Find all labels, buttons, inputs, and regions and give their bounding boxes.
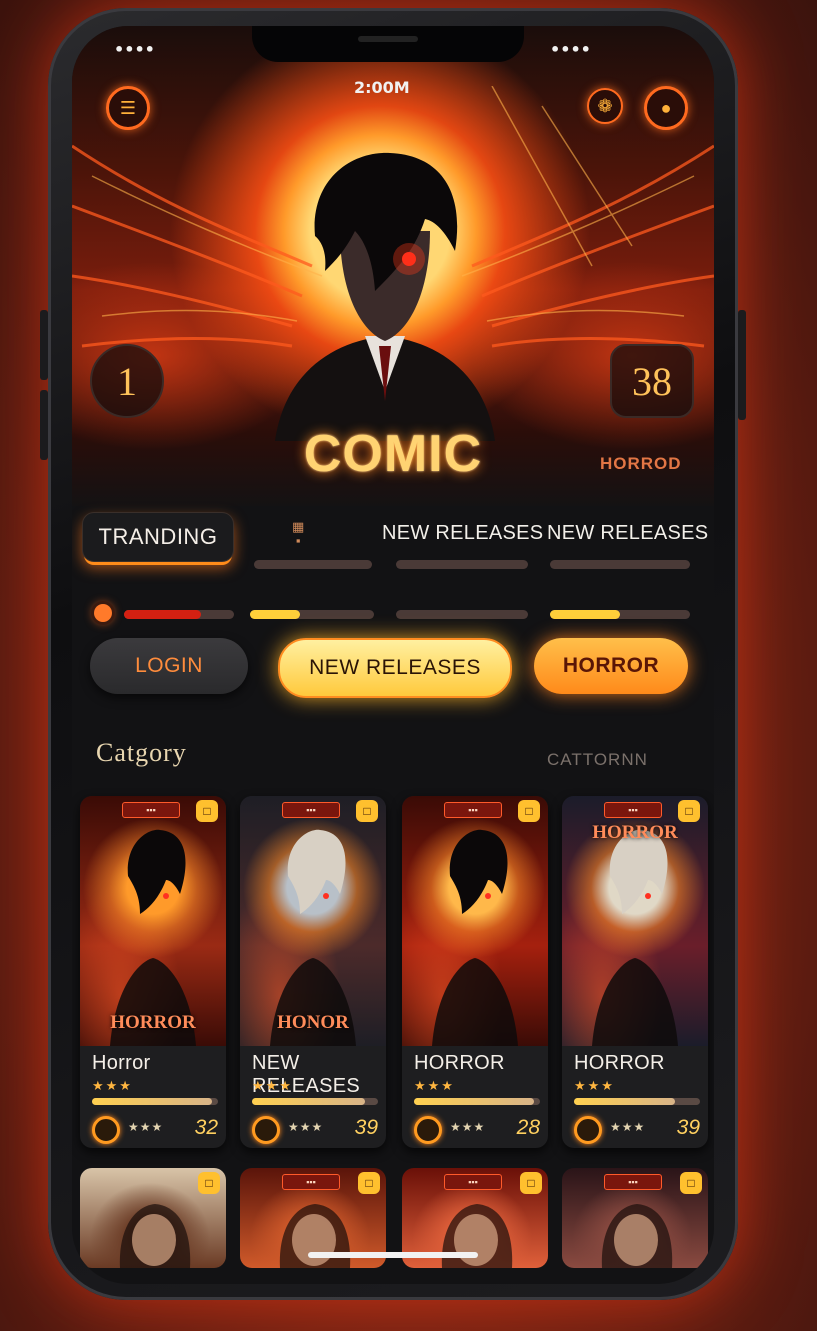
card-title: HORROR	[574, 1052, 665, 1074]
menu-icon[interactable]: ☰	[106, 86, 150, 130]
cover-character	[270, 829, 356, 1046]
bookmark-icon[interactable]: □	[356, 800, 378, 822]
card-title: HORROR	[414, 1052, 505, 1074]
card-count: 39	[354, 1116, 378, 1139]
card-rating: ★★★	[92, 1078, 133, 1093]
progress-bar-2	[250, 610, 374, 619]
volume-down-button	[40, 390, 48, 460]
swirl-icon[interactable]: ❁	[587, 88, 623, 124]
notch	[252, 26, 524, 62]
coin-icon	[92, 1116, 120, 1144]
horror-button[interactable]: HORROR	[534, 638, 688, 694]
comic-card[interactable]: ▪▪▪ □ HORROR Horror ★★★ ★★★ 32	[80, 796, 226, 1148]
progress-fill-4	[550, 610, 620, 619]
section-see-all[interactable]: CATTORNN	[547, 750, 648, 770]
status-signal: ••••	[114, 40, 155, 59]
card-progress-fill	[92, 1098, 212, 1105]
tab-new-releases[interactable]: NEW RELEASES	[382, 522, 543, 545]
card-progress	[92, 1098, 218, 1105]
coin-icon	[574, 1116, 602, 1144]
cover-character	[601, 1204, 673, 1268]
coin-icon	[414, 1116, 442, 1144]
power-button	[738, 310, 746, 420]
card-progress-fill	[252, 1098, 366, 1105]
progress-bar-1	[124, 610, 234, 619]
card-footer: ★★★ 28	[414, 1116, 542, 1144]
new-releases-button[interactable]: NEW RELEASES	[278, 638, 512, 698]
comic-cover[interactable]: ▪▪▪ □ HORROR	[80, 796, 226, 1046]
comic-card[interactable]: ▪▪▪ □ HORROR HORROR ★★★ ★★★ 39	[562, 796, 708, 1148]
login-button[interactable]: LOGIN	[90, 638, 248, 694]
card-count: 28	[516, 1116, 540, 1139]
card-progress	[252, 1098, 378, 1105]
card-foot-stars: ★★★	[288, 1120, 324, 1134]
tab-underline-1	[254, 560, 372, 569]
cover-character	[119, 1204, 191, 1268]
bookmark-icon[interactable]: □	[678, 800, 700, 822]
card-progress	[574, 1098, 700, 1105]
card-rating: ★★★	[252, 1078, 293, 1093]
bookmark-icon[interactable]: □	[196, 800, 218, 822]
progress-fill-1	[124, 610, 201, 619]
bookmark-icon[interactable]: □	[518, 800, 540, 822]
card-badge: ▪▪▪	[282, 802, 340, 818]
progress-bar-3	[396, 610, 528, 619]
left-stat-badge: 1	[90, 344, 164, 418]
status-battery: ••••	[550, 40, 591, 59]
card-badge: ▪▪▪	[444, 802, 502, 818]
tab-icon-mini[interactable]: ▦ ▪	[292, 520, 304, 548]
comic-card[interactable]: ▪▪▪ □ HORROR ★★★ ★★★ 28	[402, 796, 548, 1148]
card-foot-stars: ★★★	[450, 1120, 486, 1134]
cover-character	[110, 829, 196, 1046]
comic-card-partial[interactable]: □	[80, 1168, 226, 1268]
tab-underline-3	[550, 560, 690, 569]
card-foot-stars: ★★★	[610, 1120, 646, 1134]
hero-banner[interactable]: ☰ ❁ ● 1 38 COMIC HORROD	[72, 26, 714, 506]
tab-trending[interactable]: TRANDING	[82, 512, 234, 562]
card-footer: ★★★ 32	[92, 1116, 220, 1144]
cover-character	[432, 829, 518, 1046]
right-stat-badge: 38	[610, 344, 694, 418]
card-progress	[414, 1098, 540, 1105]
card-badge: ▪▪▪	[122, 802, 180, 818]
tab-new-releases-2[interactable]: NEW RELEASES	[547, 522, 708, 545]
card-progress-fill	[574, 1098, 675, 1105]
filter-radio[interactable]	[94, 604, 112, 622]
card-rating: ★★★	[574, 1078, 615, 1093]
progress-bar-4	[550, 610, 690, 619]
card-footer: ★★★ 39	[574, 1116, 702, 1144]
profile-icon[interactable]: ●	[644, 86, 688, 130]
card-badge: ▪▪▪	[604, 802, 662, 818]
card-count: 32	[194, 1116, 218, 1139]
status-time: 2:00M	[354, 78, 410, 97]
card-progress-fill	[414, 1098, 534, 1105]
tab-underline-2	[396, 560, 528, 569]
comic-card-partial[interactable]: ▪▪▪ □	[562, 1168, 708, 1268]
section-title: Catgory	[96, 738, 187, 767]
coin-icon	[252, 1116, 280, 1144]
cover-title: HONOR	[277, 1012, 349, 1033]
cover-title: HORROR	[110, 1012, 196, 1033]
progress-fill-2	[250, 610, 300, 619]
comic-cover[interactable]: ▪▪▪ □	[402, 796, 548, 1046]
speaker-grille	[358, 36, 418, 42]
card-rating: ★★★	[414, 1078, 455, 1093]
hero-character	[275, 152, 495, 441]
card-footer: ★★★ 39	[252, 1116, 380, 1144]
cover-title: HORROR	[592, 822, 678, 843]
volume-up-button	[40, 310, 48, 380]
app-screen: ☰ ❁ ● 1 38 COMIC HORROD •••• •••• 2:00M …	[72, 26, 714, 1284]
card-title: Horror	[92, 1052, 151, 1074]
hero-right-tag: HORROD	[600, 454, 682, 473]
card-count: 39	[676, 1116, 700, 1139]
card-foot-stars: ★★★	[128, 1120, 164, 1134]
home-indicator[interactable]	[308, 1252, 478, 1258]
comic-card[interactable]: ▪▪▪ □ HONOR NEW RELEASES ★★★ ★★★ 39	[240, 796, 386, 1148]
comic-cover[interactable]: ▪▪▪ □ HORROR	[562, 796, 708, 1046]
comic-cover[interactable]: ▪▪▪ □ HONOR	[240, 796, 386, 1046]
